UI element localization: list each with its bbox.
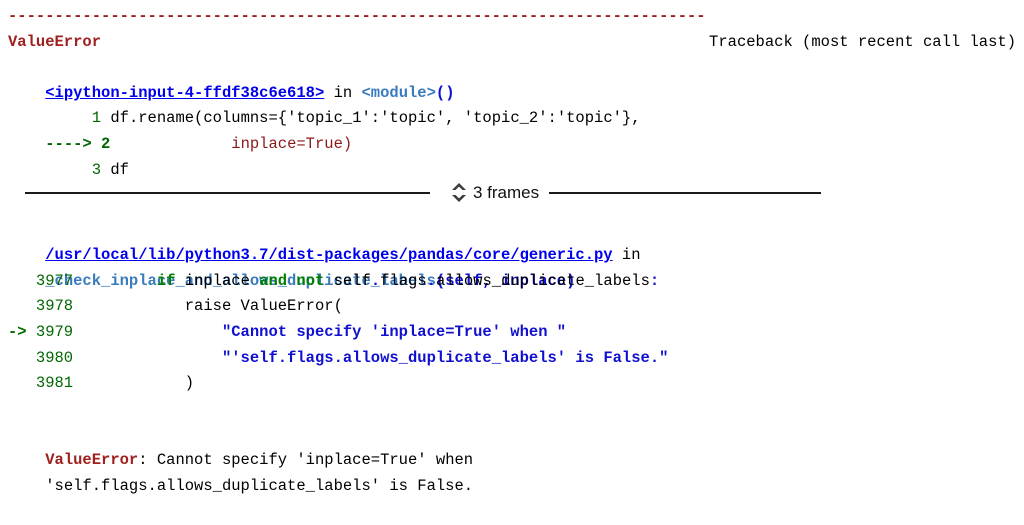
code-token: not	[296, 271, 325, 290]
traceback-label: Traceback (most recent call last)	[709, 32, 1016, 51]
code-line-number: 3981	[35, 374, 74, 393]
code-line-text: df	[101, 160, 129, 179]
final-exception-name: ValueError	[45, 451, 139, 470]
chevron-down-icon	[452, 195, 466, 203]
code-line-marker	[45, 109, 92, 127]
frames-count-label: 3 frames	[473, 183, 540, 203]
frame-user-function-parens: ()	[435, 83, 455, 102]
code-token: )	[73, 374, 195, 393]
final-exception-colon: :	[138, 451, 157, 470]
code-line-number: 3979	[35, 322, 74, 341]
code-line-current: -> 3979 "Cannot specify 'inplace=True' w…	[8, 320, 1016, 346]
code-line: 3978 raise ValueError(	[8, 294, 1016, 320]
exception-name-header: ValueError	[8, 32, 102, 51]
code-token: "Cannot specify 'inplace=True' when "	[221, 322, 567, 341]
code-line-number: 3980	[35, 348, 74, 367]
code-token: and	[259, 271, 288, 290]
code-line: 3977 if inplace and not self.flags.allow…	[8, 269, 1016, 295]
traceback-separator-top: ----------------------------------------…	[8, 7, 706, 25]
code-line-indent	[110, 135, 231, 153]
code-line-number: 1	[91, 109, 102, 128]
traceback-header-row: ValueError Traceback (most recent call l…	[8, 30, 1016, 56]
code-line-number: 3978	[35, 297, 74, 316]
code-token: raise ValueError(	[73, 297, 343, 316]
pandas-source-file-link[interactable]: /usr/local/lib/python3.7/dist-packages/p…	[45, 246, 612, 264]
code-line-marker	[8, 272, 36, 290]
chevron-updown-icon[interactable]	[452, 183, 466, 203]
frames-divider-right	[549, 191, 822, 194]
code-line-marker	[8, 297, 36, 315]
code-token: .	[426, 271, 436, 290]
final-exception-text: Cannot specify 'inplace=True' when	[156, 451, 474, 470]
frame-user-function-name: <module>	[361, 83, 436, 102]
code-line: 3980 "'self.flags.allows_duplicate_label…	[8, 346, 1016, 372]
code-token: allows_duplicate_labels	[435, 271, 650, 290]
code-line-marker	[8, 349, 36, 367]
code-line-text: df.rename(columns={'topic_1':'topic', 't…	[101, 109, 641, 128]
code-token: flags	[380, 271, 427, 290]
chevron-up-icon	[452, 183, 466, 191]
in-keyword: in	[612, 246, 650, 265]
frame-user-location: <ipython-input-4-ffdf38c6e618> in <modul…	[8, 55, 1016, 102]
code-token: "'self.flags.allows_duplicate_labels' is…	[221, 348, 669, 367]
code-token: :	[649, 271, 660, 290]
ipython-input-link[interactable]: <ipython-input-4-ffdf38c6e618>	[45, 84, 324, 102]
code-token: self	[324, 271, 371, 290]
code-line-number: 3977	[35, 271, 74, 290]
code-token: .	[370, 271, 381, 290]
code-line-number: 3	[91, 160, 102, 179]
current-line-arrow: ---->	[45, 134, 102, 153]
code-line-marker	[45, 161, 92, 179]
frame-lib-location: /usr/local/lib/python3.7/dist-packages/p…	[8, 218, 1016, 264]
in-keyword: in	[324, 83, 362, 102]
frames-divider-left	[25, 191, 430, 194]
expand-frames-toggle[interactable]: 3 frames	[452, 183, 540, 203]
code-token: inplace	[175, 271, 260, 290]
code-line: 3981 )	[8, 371, 1016, 397]
code-line-marker	[8, 374, 36, 392]
final-exception-text-cont: 'self.flags.allows_duplicate_labels' is …	[45, 476, 474, 495]
code-line-text: inplace=True)	[231, 134, 353, 153]
collapsed-frames-bar: 3 frames	[8, 176, 1016, 210]
frame-lib-code-block: 3977 if inplace and not self.flags.allow…	[8, 269, 1016, 397]
final-error-line-1: ValueError: Cannot specify 'inplace=True…	[8, 423, 1016, 469]
traceback-output: ----------------------------------------…	[0, 0, 1024, 495]
code-line-number: 2	[101, 134, 111, 153]
current-line-arrow: ->	[8, 322, 36, 341]
code-token: if	[156, 271, 176, 290]
